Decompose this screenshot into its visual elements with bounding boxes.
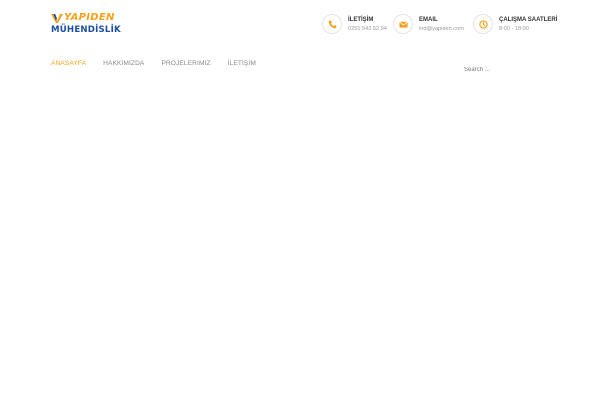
envelope-icon [398, 21, 408, 28]
contact-hours: ÇALIŞMA SAATLERİ 8:00 - 18:00 [473, 13, 557, 35]
envelope-icon-circle [393, 14, 413, 34]
logo-word-muhendislik: MÜHENDİSLİK [51, 25, 121, 35]
contact-phone-value: 0251 542 52 94 [348, 25, 387, 32]
clock-icon-circle [473, 14, 493, 34]
search-input[interactable] [462, 64, 552, 75]
contact-phone: İLETİŞİM 0251 542 52 94 [322, 13, 387, 35]
contact-email-label: EMAIL [419, 16, 438, 23]
main-nav: ANASAYFA HAKKIMIZDA PROJELERIMIZ İLETİŞİ… [51, 59, 273, 69]
logo-mark-icon [51, 13, 63, 23]
contact-email-value[interactable]: ind@yapiden.com [419, 25, 464, 33]
contact-phone-label: İLETİŞİM [348, 16, 374, 23]
contact-hours-value: 8:00 - 18:00 [499, 25, 529, 32]
contact-hours-text: ÇALIŞMA SAATLERİ 8:00 - 18:00 [499, 16, 557, 33]
logo-word-yapiden: YAPIDEN [64, 11, 115, 23]
phone-icon-circle [322, 14, 342, 34]
site-logo[interactable]: YAPIDEN MÜHENDİSLİK [51, 11, 121, 37]
nav-item-iletisim[interactable]: İLETİŞİM [228, 59, 256, 69]
phone-icon [328, 20, 336, 28]
contact-hours-label: ÇALIŞMA SAATLERİ [499, 16, 558, 23]
contact-email: EMAIL ind@yapiden.com [393, 13, 464, 35]
logo-top-row: YAPIDEN [51, 11, 115, 24]
nav-item-projelerimiz[interactable]: PROJELERIMIZ [161, 59, 210, 69]
contact-email-text: EMAIL ind@yapiden.com [419, 16, 464, 33]
nav-item-hakkimizda[interactable]: HAKKIMIZDA [103, 59, 144, 69]
contact-phone-text: İLETİŞİM 0251 542 52 94 [348, 16, 387, 33]
clock-icon [478, 19, 488, 29]
nav-item-anasayfa[interactable]: ANASAYFA [51, 59, 86, 69]
